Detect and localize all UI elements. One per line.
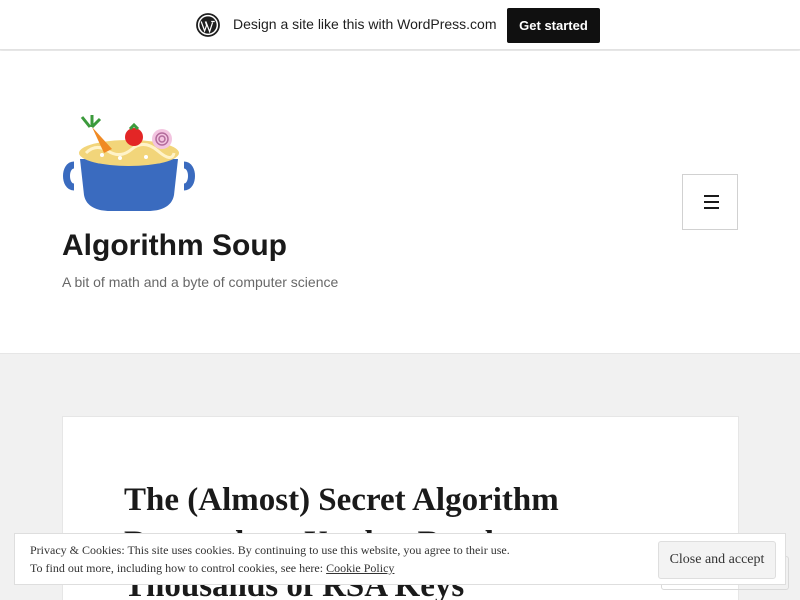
site-tagline: A bit of math and a byte of computer sci… [62, 274, 339, 290]
hamburger-menu-icon-bar [704, 201, 719, 203]
wordpress-promo-text: Design a site like this with WordPress.c… [233, 16, 497, 32]
wordpress-logo-icon[interactable] [196, 13, 220, 37]
cookie-notice-text: Privacy & Cookies: This site uses cookie… [30, 543, 510, 557]
cookie-notice-text-2: To find out more, including how to contr… [30, 561, 394, 576]
hamburger-menu-icon [704, 195, 719, 197]
cookie-policy-link[interactable]: Cookie Policy [326, 561, 394, 575]
wordpress-promo-bar: Design a site like this with WordPress.c… [0, 0, 800, 50]
site-title[interactable]: Algorithm Soup [62, 229, 287, 263]
cookie-notice-prefix: To find out more, including how to contr… [30, 561, 327, 575]
cookie-banner: Privacy & Cookies: This site uses cookie… [14, 533, 786, 585]
get-started-button[interactable]: Get started [507, 8, 600, 43]
close-and-accept-button[interactable]: Close and accept [658, 541, 776, 579]
hamburger-menu-icon-bar [704, 207, 719, 209]
soup-pot-icon[interactable] [62, 113, 196, 213]
menu-toggle-button[interactable] [682, 174, 738, 230]
site-header: Algorithm Soup A bit of math and a byte … [0, 51, 800, 354]
